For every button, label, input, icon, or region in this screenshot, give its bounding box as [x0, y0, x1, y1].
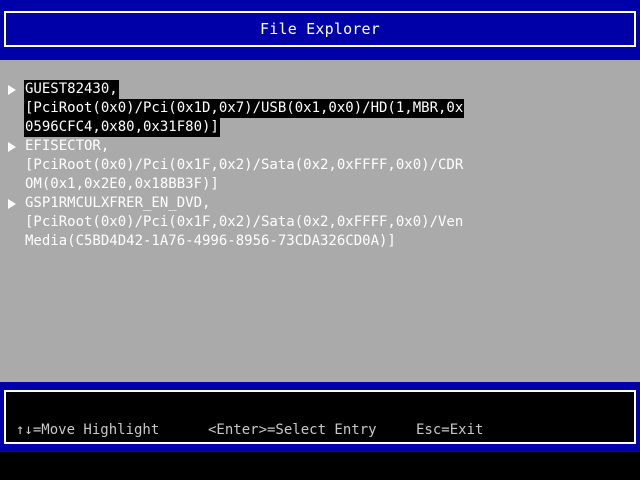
uefi-screen: File Explorer GUEST82430, [PciRoot(0x0)/…	[0, 0, 640, 480]
entry-name: GUEST82430,	[24, 80, 119, 99]
entry-name: GSP1RMCULXFRER_EN_DVD,	[25, 195, 211, 211]
help-select-entry: <Enter>=Select Entry	[208, 422, 377, 438]
right-triangle-icon	[8, 199, 16, 209]
entry-path: [PciRoot(0x0)/Pci(0x1D,0x7)/USB(0x1,0x0)…	[24, 99, 465, 118]
help-bar: ↑↓=Move Highlight <Enter>=Select Entry E…	[0, 382, 640, 452]
help-move-highlight: ↑↓=Move Highlight	[16, 422, 160, 438]
entry-path: 0596CFC4,0x80,0x31F80)]	[24, 118, 220, 137]
right-triangle-icon	[8, 85, 16, 95]
entry-path: OM(0x1,0x2E0,0x18BB3F)]	[25, 176, 219, 192]
entry-path: [PciRoot(0x0)/Pci(0x1F,0x2)/Sata(0x2,0xF…	[25, 214, 464, 230]
bottom-strip	[0, 452, 640, 480]
entry-name: EFISECTOR,	[25, 138, 110, 154]
title-frame: File Explorer	[4, 11, 636, 47]
page-title: File Explorer	[260, 20, 380, 38]
help-exit: Esc=Exit	[416, 422, 484, 438]
entry-path: Media(C5BD4D42-1A76-4996-8956-73CDA326CD…	[25, 233, 396, 249]
title-bar: File Explorer	[0, 0, 640, 60]
file-list: GUEST82430, [PciRoot(0x0)/Pci(0x1D,0x7)/…	[0, 60, 640, 382]
right-triangle-icon	[8, 142, 16, 152]
entry-path: [PciRoot(0x0)/Pci(0x1F,0x2)/Sata(0x2,0xF…	[25, 157, 464, 173]
